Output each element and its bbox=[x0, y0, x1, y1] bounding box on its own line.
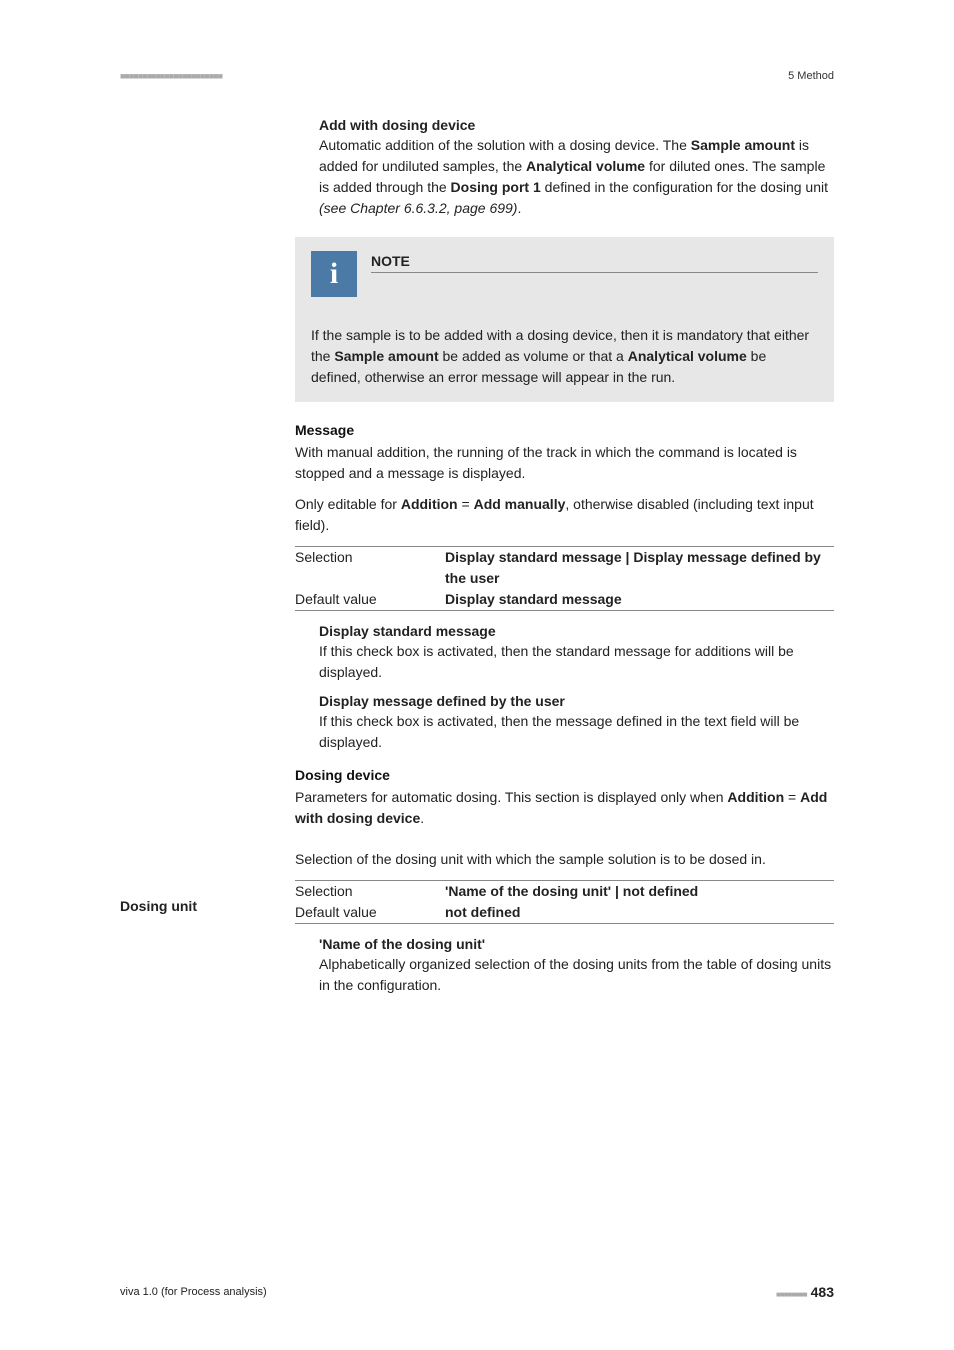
dosing-port-bold: Dosing port 1 bbox=[451, 179, 541, 195]
dosing-unit-para: Selection of the dosing unit with which … bbox=[295, 849, 834, 870]
message-para1: With manual addition, the running of the… bbox=[295, 442, 834, 484]
addition-bold: Addition bbox=[727, 789, 784, 805]
dosing-device-para: Parameters for automatic dosing. This se… bbox=[295, 787, 834, 829]
info-icon: i bbox=[311, 251, 357, 297]
sample-amount-bold: Sample amount bbox=[691, 137, 795, 153]
text: defined in the configuration for the dos… bbox=[541, 179, 828, 195]
footer-right: ■■■■■■■■ 483 bbox=[776, 1284, 834, 1300]
text: Automatic addition of the solution with … bbox=[319, 137, 691, 153]
add-manually-bold: Add manually bbox=[474, 496, 566, 512]
default-label: Default value bbox=[295, 902, 445, 923]
name-dosing-text: Alphabetically organized selection of th… bbox=[319, 954, 834, 996]
footer-left: viva 1.0 (for Process analysis) bbox=[120, 1286, 267, 1298]
selection-value: Display standard message | Display messa… bbox=[445, 547, 834, 589]
footer-page-number: 483 bbox=[811, 1284, 834, 1300]
name-dosing-title: 'Name of the dosing unit' bbox=[319, 936, 834, 952]
note-header: i NOTE bbox=[311, 251, 818, 297]
selection-label: Selection bbox=[295, 881, 445, 902]
dosing-unit-left-label: Dosing unit bbox=[120, 898, 197, 914]
dsm-title: Display standard message bbox=[319, 623, 834, 639]
text: . bbox=[517, 200, 521, 216]
chapter-ref-italic: (see Chapter 6.6.3.2, page 699) bbox=[319, 200, 517, 216]
dosing-unit-table: Selection 'Name of the dosing unit' | no… bbox=[295, 880, 834, 924]
addition-bold: Addition bbox=[401, 496, 458, 512]
header-chapter: 5 Method bbox=[788, 70, 834, 82]
table-row: Selection 'Name of the dosing unit' | no… bbox=[295, 881, 834, 902]
default-value: not defined bbox=[445, 902, 834, 923]
note-box: i NOTE If the sample is to be added with… bbox=[295, 237, 834, 402]
table-row: Default value Display standard message bbox=[295, 589, 834, 610]
analytical-volume-bold: Analytical volume bbox=[526, 158, 645, 174]
page-header: ■■■■■■■■■■■■■■■■■■■■■■■ 5 Method bbox=[120, 70, 834, 82]
analytical-volume-bold: Analytical volume bbox=[628, 348, 747, 364]
text: = bbox=[784, 789, 800, 805]
note-label: NOTE bbox=[371, 251, 818, 273]
page-footer: viva 1.0 (for Process analysis) ■■■■■■■■… bbox=[120, 1284, 834, 1300]
table-row: Selection Display standard message | Dis… bbox=[295, 547, 834, 589]
dsm-text: If this check box is activated, then the… bbox=[319, 641, 834, 683]
text: = bbox=[458, 496, 474, 512]
sample-amount-bold: Sample amount bbox=[334, 348, 438, 364]
text: Only editable for bbox=[295, 496, 401, 512]
info-glyph: i bbox=[330, 257, 338, 291]
message-para2: Only editable for Addition = Add manuall… bbox=[295, 494, 834, 536]
add-dosing-paragraph: Automatic addition of the solution with … bbox=[319, 135, 834, 219]
text: Parameters for automatic dosing. This se… bbox=[295, 789, 727, 805]
selection-value: 'Name of the dosing unit' | not defined bbox=[445, 881, 834, 902]
add-dosing-title: Add with dosing device bbox=[319, 117, 834, 133]
selection-label: Selection bbox=[295, 547, 445, 589]
dmu-text: If this check box is activated, then the… bbox=[319, 711, 834, 753]
message-heading: Message bbox=[295, 422, 834, 438]
note-text: If the sample is to be added with a dosi… bbox=[311, 325, 818, 388]
footer-marks: ■■■■■■■■ bbox=[776, 1290, 807, 1299]
dosing-device-heading: Dosing device bbox=[295, 767, 834, 783]
default-label: Default value bbox=[295, 589, 445, 610]
header-marks-left: ■■■■■■■■■■■■■■■■■■■■■■■ bbox=[120, 71, 222, 81]
text: . bbox=[420, 810, 424, 826]
message-table: Selection Display standard message | Dis… bbox=[295, 546, 834, 611]
dmu-title: Display message defined by the user bbox=[319, 693, 834, 709]
table-row: Default value not defined bbox=[295, 902, 834, 923]
default-value: Display standard message bbox=[445, 589, 834, 610]
text: be added as volume or that a bbox=[439, 348, 628, 364]
